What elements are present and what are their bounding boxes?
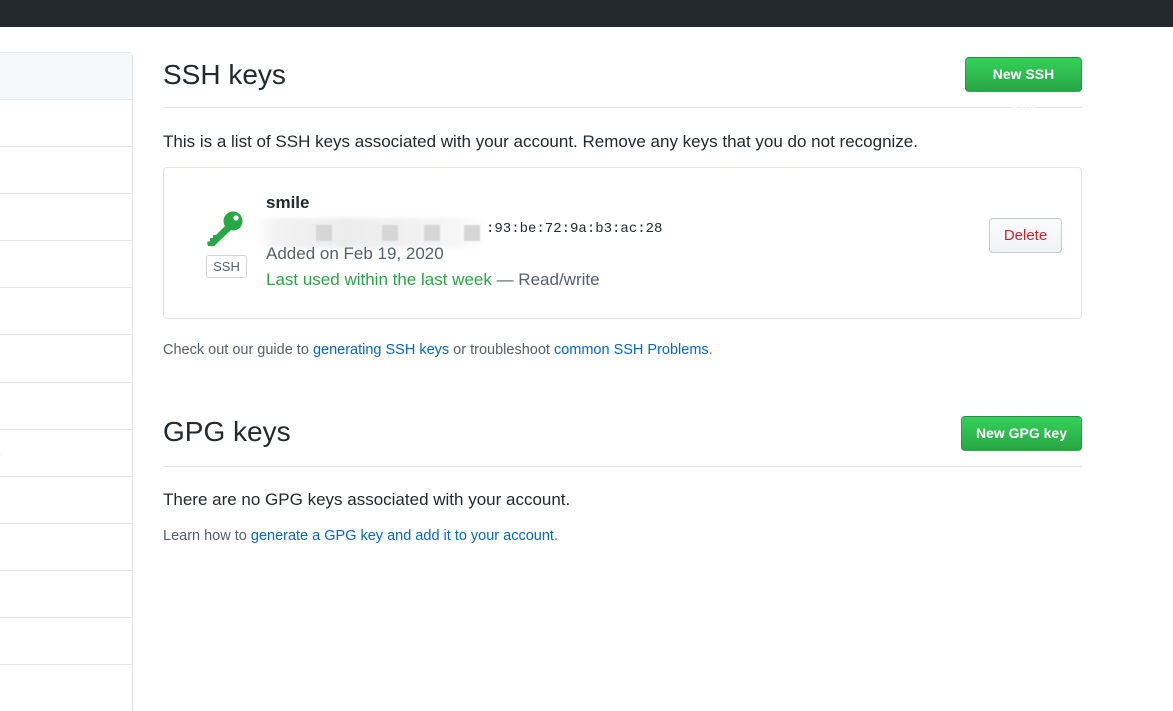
redacted-fingerprint-part <box>382 225 398 241</box>
sidebar-item-ssh-gpg-keys[interactable]: ys <box>0 430 132 477</box>
gpg-keys-section: GPG keys New GPG key There are no GPG ke… <box>163 410 1082 544</box>
sidebar-item[interactable] <box>0 524 132 571</box>
gpg-keys-header: GPG keys New GPG key <box>163 410 1082 467</box>
ssh-type-label: SSH <box>206 255 247 278</box>
sidebar-item[interactable] <box>0 665 132 711</box>
sidebar-item[interactable] <box>0 53 132 100</box>
common-ssh-problems-link[interactable]: common SSH Problems <box>554 342 709 358</box>
redacted-fingerprint-part <box>316 225 332 241</box>
guide-prefix: Check out our guide to <box>163 342 313 358</box>
sidebar-item[interactable] <box>0 335 132 383</box>
gpg-keys-title: GPG keys <box>163 416 291 447</box>
ssh-guide-text: Check out our guide to generating SSH ke… <box>163 342 713 358</box>
sidebar-item[interactable] <box>0 288 132 336</box>
main-content: SSH keys New SSH key This is a list of S… <box>163 52 1082 544</box>
ssh-key-usage: Last used within the last week — Read/wr… <box>266 270 600 290</box>
sidebar-item[interactable] <box>0 147 132 195</box>
redacted-fingerprint-part <box>424 225 440 241</box>
sidebar-item[interactable] <box>0 477 132 524</box>
ssh-key-name: smile <box>266 193 310 212</box>
sidebar-item-label: ys <box>0 430 1 476</box>
generating-ssh-keys-link[interactable]: generating SSH keys <box>313 342 449 358</box>
ssh-key-last-used: Last used within the last week <box>266 270 492 289</box>
fingerprint-visible-text: :93:be:72:9a:b3:ac:28 <box>486 221 663 237</box>
sidebar-item[interactable] <box>0 618 132 666</box>
sidebar-item[interactable] <box>0 100 132 148</box>
ssh-key-access: — Read/write <box>491 270 600 289</box>
ssh-keys-header: SSH keys New SSH key <box>163 52 1082 115</box>
top-header-bar <box>0 0 1173 27</box>
ssh-keys-title: SSH keys <box>163 59 286 90</box>
learn-prefix: Learn how to <box>163 528 251 544</box>
gpg-learn-text: Learn how to generate a GPG key and add … <box>163 528 558 544</box>
sidebar-item[interactable] <box>0 241 132 289</box>
redacted-fingerprint-part <box>464 225 480 241</box>
new-gpg-key-button[interactable]: New GPG key <box>960 416 1082 451</box>
generate-gpg-key-link[interactable]: generate a GPG key and add it to your ac… <box>251 528 554 544</box>
ssh-key-list-item: SSH smile :93:be:72:9a:b3:ac:28 Added on… <box>163 167 1082 319</box>
learn-suffix: . <box>553 528 558 544</box>
settings-sidebar: ys <box>0 52 133 711</box>
sidebar-item[interactable] <box>0 571 132 619</box>
guide-middle: or troubleshoot <box>449 342 554 358</box>
ssh-keys-intro: This is a list of SSH keys associated wi… <box>163 132 918 151</box>
gpg-keys-empty-message: There are no GPG keys associated with yo… <box>163 490 571 509</box>
sidebar-item[interactable] <box>0 383 132 430</box>
ssh-key-added-date: Added on Feb 19, 2020 <box>266 244 444 263</box>
key-icon <box>207 211 243 246</box>
guide-suffix: . <box>708 342 713 358</box>
new-ssh-key-button[interactable]: New SSH key <box>965 57 1082 115</box>
sidebar-item[interactable] <box>0 194 132 242</box>
delete-ssh-key-button[interactable]: Delete <box>989 218 1062 253</box>
